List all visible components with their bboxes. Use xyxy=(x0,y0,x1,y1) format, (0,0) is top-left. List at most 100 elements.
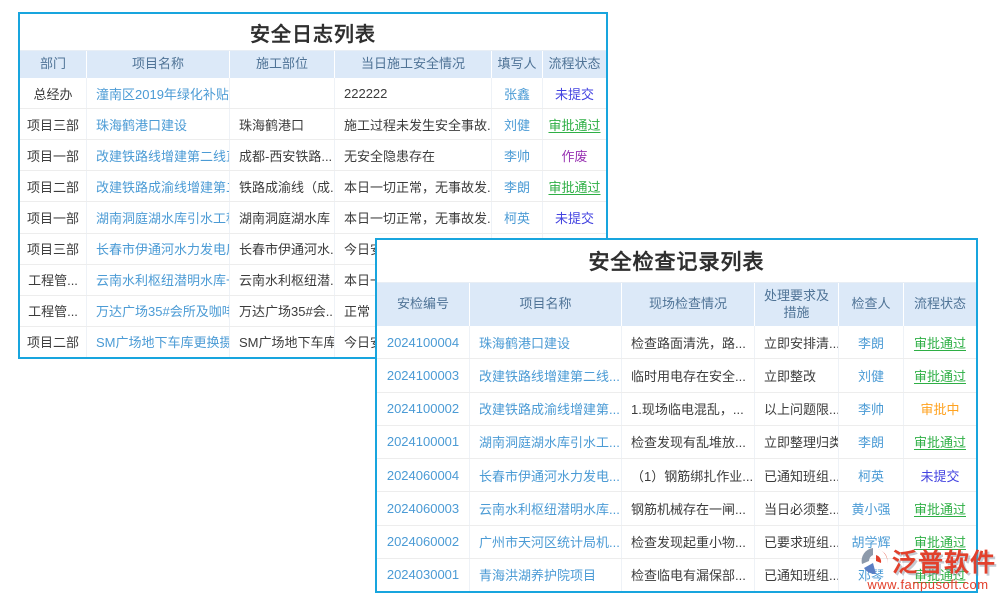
table-row: 总经办 潼南区2019年绿化补贴项... 222222 张鑫 未提交 xyxy=(20,78,606,108)
cell-flow-status[interactable]: 审批通过 xyxy=(543,109,606,139)
cell-flow-status[interactable]: 未提交 xyxy=(543,202,606,232)
cell-flow-status[interactable]: 审批通过 xyxy=(904,492,976,524)
cell-daily-safety: 施工过程未发生安全事故... xyxy=(335,109,492,139)
cell-inspector-link[interactable]: 李帅 xyxy=(839,393,904,425)
watermark-brand: 泛普软件 xyxy=(892,543,996,579)
cell-project-link[interactable]: 广州市天河区统计局机... xyxy=(470,526,622,558)
cell-project-link[interactable]: 珠海鹤港口建设 xyxy=(87,109,230,139)
cell-construction-part: SM广场地下车库 xyxy=(230,327,335,357)
watermark: 泛普软件 www.fanpusoft.com xyxy=(860,543,996,592)
cell-check-no-link[interactable]: 2024100004 xyxy=(377,326,470,358)
cell-project-link[interactable]: 改建铁路成渝线增建第... xyxy=(470,393,622,425)
cell-check-no-link[interactable]: 2024100002 xyxy=(377,393,470,425)
cell-project-link[interactable]: 长春市伊通河水力发电... xyxy=(470,459,622,491)
safety-log-table-header: 部门 项目名称 施工部位 当日施工安全情况 填写人 流程状态 xyxy=(20,50,606,78)
table-row: 2024100002 改建铁路成渝线增建第... 1.现场临电混乱，... 以上… xyxy=(377,392,976,425)
table-row: 2024100001 湖南洞庭湖水库引水工... 检查发现有乱堆放... 立即整… xyxy=(377,425,976,458)
table-row: 项目三部 珠海鹤港口建设 珠海鹤港口 施工过程未发生安全事故... 刘健 审批通… xyxy=(20,108,606,139)
cell-flow-status[interactable]: 审批通过 xyxy=(904,426,976,458)
column-header-measures: 处理要求及措施 xyxy=(755,283,839,326)
table-row: 2024060004 长春市伊通河水力发电... （1）钢筋绑扎作业... 已通… xyxy=(377,458,976,491)
cell-department: 工程管... xyxy=(20,265,87,295)
cell-flow-status[interactable]: 审批通过 xyxy=(904,326,976,358)
cell-measures: 已通知班组... xyxy=(755,559,839,591)
cell-department: 项目一部 xyxy=(20,140,87,170)
cell-inspector-link[interactable]: 柯英 xyxy=(839,459,904,491)
cell-construction-part: 云南水利枢纽潜... xyxy=(230,265,335,295)
table-row: 2024100003 改建铁路线增建第二线... 临时用电存在安全... 立即整… xyxy=(377,358,976,391)
cell-flow-status[interactable]: 未提交 xyxy=(543,78,606,108)
column-header-flow-status: 流程状态 xyxy=(543,51,606,78)
cell-department: 项目二部 xyxy=(20,327,87,357)
cell-department: 项目二部 xyxy=(20,171,87,201)
cell-daily-safety: 本日一切正常，无事故发... xyxy=(335,171,492,201)
fanpu-logo-icon xyxy=(860,546,890,576)
watermark-url: www.fanpusoft.com xyxy=(860,577,996,592)
cell-project-link[interactable]: 改建铁路线增建第二线直... xyxy=(87,140,230,170)
cell-flow-status[interactable]: 未提交 xyxy=(904,459,976,491)
table-row: 2024060003 云南水利枢纽潜明水库... 钢筋机械存在一闸... 当日必… xyxy=(377,491,976,524)
cell-measures: 立即整理归类 xyxy=(755,426,839,458)
safety-log-table-title: 安全日志列表 xyxy=(20,14,606,50)
cell-flow-status: 审批中 xyxy=(904,393,976,425)
cell-project-link[interactable]: 青海洪湖养护院项目 xyxy=(470,559,622,591)
cell-check-no-link[interactable]: 2024100003 xyxy=(377,359,470,391)
cell-flow-status: 作废 xyxy=(543,140,606,170)
table-row: 项目二部 改建铁路成渝线增建第二... 铁路成渝线（成... 本日一切正常，无事… xyxy=(20,170,606,201)
cell-flow-status[interactable]: 审批通过 xyxy=(543,171,606,201)
cell-writer-link[interactable]: 李朗 xyxy=(492,171,543,201)
cell-construction-part: 长春市伊通河水... xyxy=(230,234,335,264)
cell-check-no-link[interactable]: 2024030001 xyxy=(377,559,470,591)
cell-writer-link[interactable]: 李帅 xyxy=(492,140,543,170)
cell-site-inspection: 检查临电有漏保部... xyxy=(622,559,755,591)
cell-project-link[interactable]: 云南水利枢纽潜明水库一... xyxy=(87,265,230,295)
cell-measures: 已通知班组... xyxy=(755,459,839,491)
column-header-flow-status: 流程状态 xyxy=(904,283,976,326)
cell-inspector-link[interactable]: 李朗 xyxy=(839,426,904,458)
cell-inspector-link[interactable]: 黄小强 xyxy=(839,492,904,524)
cell-site-inspection: 检查路面清洗，路... xyxy=(622,326,755,358)
cell-measures: 以上问题限... xyxy=(755,393,839,425)
cell-inspector-link[interactable]: 李朗 xyxy=(839,326,904,358)
cell-project-link[interactable]: 云南水利枢纽潜明水库... xyxy=(470,492,622,524)
cell-check-no-link[interactable]: 2024100001 xyxy=(377,426,470,458)
cell-project-link[interactable]: 长春市伊通河水力发电厂... xyxy=(87,234,230,264)
cell-site-inspection: 钢筋机械存在一闸... xyxy=(622,492,755,524)
cell-project-link[interactable]: 改建铁路线增建第二线... xyxy=(470,359,622,391)
cell-measures: 当日必须整... xyxy=(755,492,839,524)
cell-measures: 已要求班组... xyxy=(755,526,839,558)
cell-writer-link[interactable]: 张鑫 xyxy=(492,78,543,108)
cell-project-link[interactable]: 珠海鹤港口建设 xyxy=(470,326,622,358)
column-header-daily-safety: 当日施工安全情况 xyxy=(335,51,492,78)
cell-flow-status[interactable]: 审批通过 xyxy=(904,359,976,391)
cell-construction-part: 万达广场35#会... xyxy=(230,296,335,326)
cell-project-link[interactable]: 万达广场35#会所及咖啡... xyxy=(87,296,230,326)
column-header-writer: 填写人 xyxy=(492,51,543,78)
cell-daily-safety: 无安全隐患存在 xyxy=(335,140,492,170)
cell-department: 项目三部 xyxy=(20,109,87,139)
cell-project-link[interactable]: 潼南区2019年绿化补贴项... xyxy=(87,78,230,108)
safety-check-table-title: 安全检查记录列表 xyxy=(377,240,976,282)
cell-project-link[interactable]: 湖南洞庭湖水库引水工程... xyxy=(87,202,230,232)
table-row: 项目一部 改建铁路线增建第二线直... 成都-西安铁路... 无安全隐患存在 李… xyxy=(20,139,606,170)
cell-site-inspection: 1.现场临电混乱，... xyxy=(622,393,755,425)
cell-construction-part: 成都-西安铁路... xyxy=(230,140,335,170)
cell-department: 总经办 xyxy=(20,78,87,108)
cell-site-inspection: 检查发现起重小物... xyxy=(622,526,755,558)
cell-check-no-link[interactable]: 2024060004 xyxy=(377,459,470,491)
cell-writer-link[interactable]: 柯英 xyxy=(492,202,543,232)
cell-department: 项目一部 xyxy=(20,202,87,232)
cell-inspector-link[interactable]: 刘健 xyxy=(839,359,904,391)
cell-daily-safety: 本日一切正常，无事故发... xyxy=(335,202,492,232)
cell-construction-part: 珠海鹤港口 xyxy=(230,109,335,139)
cell-project-link[interactable]: SM广场地下车库更换摄... xyxy=(87,327,230,357)
cell-construction-part xyxy=(230,78,335,108)
safety-check-table-header: 安检编号 项目名称 现场检查情况 处理要求及措施 检查人 流程状态 xyxy=(377,282,976,326)
cell-project-link[interactable]: 湖南洞庭湖水库引水工... xyxy=(470,426,622,458)
cell-check-no-link[interactable]: 2024060002 xyxy=(377,526,470,558)
cell-check-no-link[interactable]: 2024060003 xyxy=(377,492,470,524)
column-header-construction-part: 施工部位 xyxy=(230,51,335,78)
cell-project-link[interactable]: 改建铁路成渝线增建第二... xyxy=(87,171,230,201)
cell-daily-safety: 222222 xyxy=(335,78,492,108)
cell-writer-link[interactable]: 刘健 xyxy=(492,109,543,139)
